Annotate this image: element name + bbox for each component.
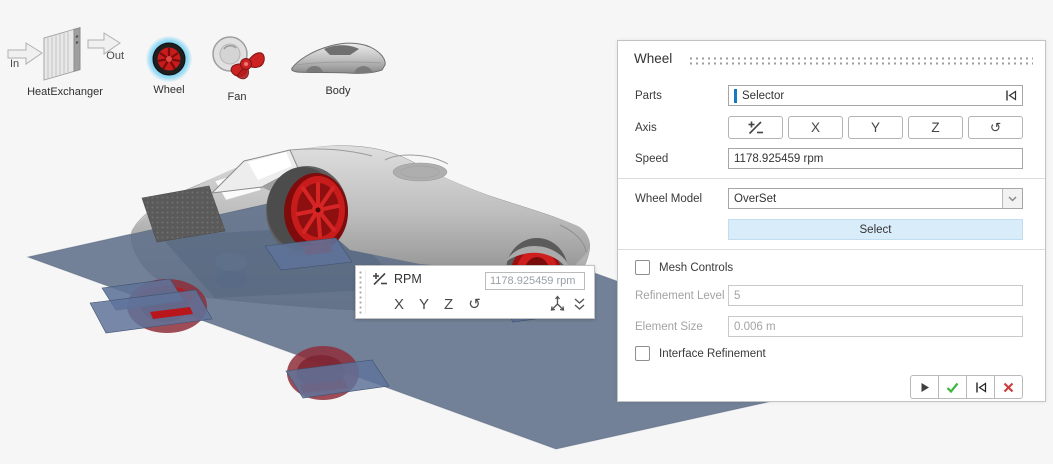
toolbox-label-body: Body: [286, 85, 390, 97]
toolbox-label-wheel: Wheel: [144, 84, 194, 96]
axis-flip-button[interactable]: [728, 116, 783, 139]
element-size-value: 0.006 m: [734, 321, 776, 333]
select-button[interactable]: Select: [728, 219, 1023, 240]
rpm-value: 1178.925459 rpm: [490, 275, 575, 287]
parts-selector-input[interactable]: Selector: [728, 85, 1023, 106]
collapse-chevrons-icon[interactable]: [573, 297, 586, 311]
wheel-model-dropdown[interactable]: OverSet: [728, 188, 1023, 209]
component-toolbox: In Out HeatExchanger Wheel: [0, 0, 420, 110]
toolbox-item-heatexchanger[interactable]: In Out HeatExchanger: [6, 22, 124, 98]
rpm-field-label: RPM: [394, 272, 422, 286]
speed-value: 1178.925459 rpm: [734, 153, 823, 165]
element-size-label: Element Size: [635, 321, 728, 333]
panel-action-buttons: [635, 375, 1023, 399]
select-end-icon[interactable]: [1005, 89, 1017, 102]
separator: [618, 249, 1045, 250]
body-icon: [286, 34, 390, 78]
toolbar-axis-x-button[interactable]: X: [394, 296, 404, 313]
panel-title: Wheel: [634, 51, 672, 66]
axis-x-button[interactable]: X: [788, 116, 843, 139]
wheel-model-label: Wheel Model: [635, 193, 728, 205]
triad-icon[interactable]: [549, 295, 566, 312]
reset-icon: [975, 381, 987, 394]
toolbox-label-heatexchanger: HeatExchanger: [6, 86, 124, 98]
speed-label: Speed: [635, 153, 728, 165]
rpm-floating-toolbar: RPM 1178.925459 rpm X Y Z ↺: [355, 265, 595, 319]
cancel-button[interactable]: [994, 375, 1023, 399]
refinement-level-label: Refinement Level: [635, 290, 728, 302]
interface-refinement-checkbox[interactable]: [635, 346, 650, 361]
play-icon: [920, 382, 930, 393]
wheel-icon: [149, 39, 189, 79]
toolbox-item-wheel[interactable]: Wheel: [144, 36, 194, 96]
accept-button[interactable]: [938, 375, 967, 399]
axis-z-button[interactable]: Z: [908, 116, 963, 139]
toolbar-axis-y-button[interactable]: Y: [419, 296, 429, 313]
dropdown-arrow-button[interactable]: [1002, 189, 1022, 208]
toolbox-label-fan: Fan: [206, 91, 268, 103]
wheel-model-value: OverSet: [729, 189, 1002, 208]
heat-exchanger-out-label: Out: [106, 50, 124, 62]
refinement-level-value: 5: [734, 290, 740, 302]
selection-glow: [146, 36, 192, 82]
plus-minus-icon: [372, 272, 388, 286]
parts-label: Parts: [635, 90, 728, 102]
interface-refinement-label: Interface Refinement: [659, 348, 766, 360]
reset-button[interactable]: [966, 375, 995, 399]
axis-y-button[interactable]: Y: [848, 116, 903, 139]
element-size-input: 0.006 m: [728, 316, 1023, 337]
play-button[interactable]: [910, 375, 939, 399]
rpm-value-input[interactable]: 1178.925459 rpm: [485, 272, 585, 290]
toolbar-axis-z-button[interactable]: Z: [444, 296, 453, 313]
plus-minus-icon: [747, 120, 764, 135]
toolbar-rotate-button[interactable]: ↺: [468, 295, 481, 313]
axis-label: Axis: [635, 122, 728, 134]
accept-check-icon: [946, 382, 959, 393]
mesh-controls-label: Mesh Controls: [659, 262, 733, 274]
refinement-level-input: 5: [728, 285, 1023, 306]
heat-exchanger-in-label: In: [10, 58, 19, 70]
cancel-x-icon: [1003, 382, 1014, 393]
parts-selector-value: Selector: [742, 90, 784, 102]
chevron-down-icon: [1008, 196, 1017, 202]
toolbox-item-body[interactable]: Body: [286, 34, 390, 97]
speed-input[interactable]: 1178.925459 rpm: [728, 148, 1023, 169]
mesh-controls-checkbox[interactable]: [635, 260, 650, 275]
fan-icon: [206, 28, 268, 84]
toolbox-item-fan[interactable]: Fan: [206, 28, 268, 103]
drag-handle[interactable]: [356, 270, 366, 314]
panel-drag-dots[interactable]: [688, 56, 1033, 65]
axis-rotate-button[interactable]: ↺: [968, 116, 1023, 139]
separator: [618, 178, 1045, 179]
wheel-properties-panel: Wheel Parts Selector: [617, 40, 1046, 402]
text-caret: [734, 89, 737, 103]
